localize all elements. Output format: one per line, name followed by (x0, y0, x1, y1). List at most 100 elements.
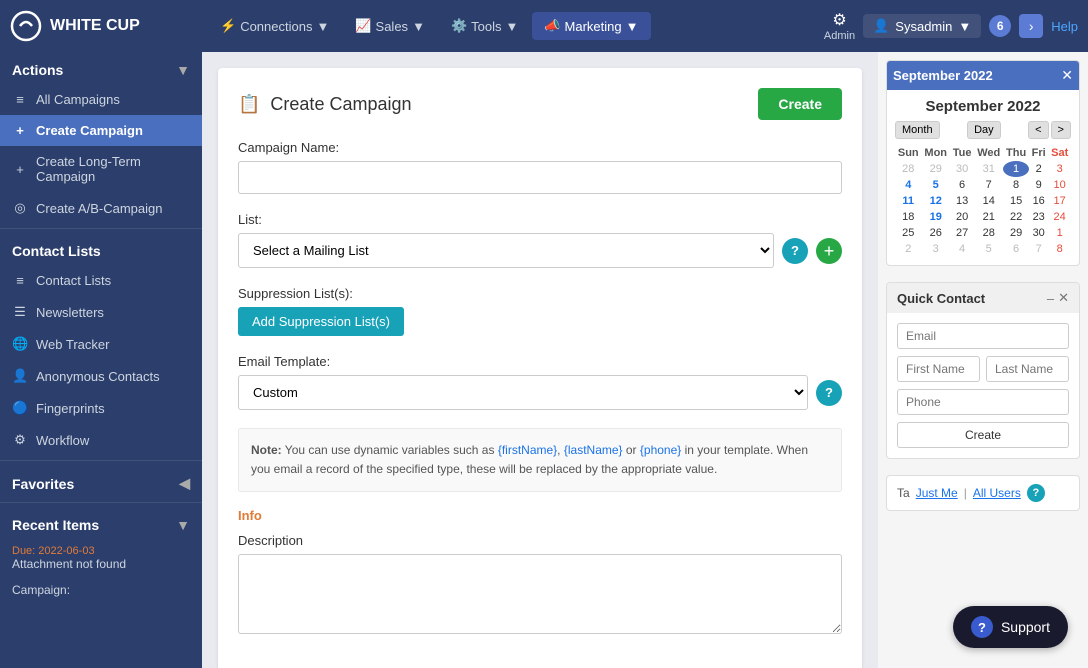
actions-label: Actions (12, 62, 63, 78)
calendar-day[interactable]: 10 (1048, 177, 1071, 193)
sidebar-item-create-ab[interactable]: ◎ Create A/B-Campaign (0, 192, 202, 224)
calendar-day[interactable]: 5 (922, 177, 950, 193)
tools-icon: ⚙️ (451, 18, 467, 34)
gear-icon[interactable]: ⚙ (832, 10, 846, 30)
calendar-day[interactable]: 1 (1003, 161, 1029, 177)
calendar-close-button[interactable]: ✕ (1061, 67, 1073, 84)
calendar-day[interactable]: 9 (1029, 177, 1048, 193)
calendar-day[interactable]: 23 (1029, 209, 1048, 225)
calendar-day[interactable]: 7 (974, 177, 1003, 193)
fingerprints-label: Fingerprints (36, 401, 105, 416)
sidebar-item-create-longterm[interactable]: + Create Long-Term Campaign (0, 146, 202, 192)
calendar-day[interactable]: 17 (1048, 193, 1071, 209)
calendar-day[interactable]: 5 (974, 241, 1003, 257)
calendar-day[interactable]: 28 (895, 161, 922, 177)
forward-arrow[interactable]: › (1019, 14, 1043, 38)
list-add-button[interactable]: + (816, 238, 842, 264)
template-help-button[interactable]: ? (816, 380, 842, 406)
qc-phone-input[interactable] (897, 389, 1069, 415)
nav-connections[interactable]: ⚡ Connections ▼ (208, 12, 341, 40)
sidebar-item-create-campaign[interactable]: + Create Campaign (0, 115, 202, 146)
calendar-day[interactable]: 30 (1029, 225, 1048, 241)
recent-item-0[interactable]: Due: 2022-06-03 Attachment not found (0, 539, 202, 577)
recent-item-1[interactable]: Campaign: (0, 577, 202, 603)
sidebar-item-fingerprints[interactable]: 🔵 Fingerprints (0, 392, 202, 424)
sidebar-item-anonymous-contacts[interactable]: 👤 Anonymous Contacts (0, 360, 202, 392)
calendar-day[interactable]: 4 (950, 241, 974, 257)
tags-help-button[interactable]: ? (1027, 484, 1045, 502)
calendar-day[interactable]: 24 (1048, 209, 1071, 225)
calendar-day[interactable]: 11 (895, 193, 922, 209)
calendar-day[interactable]: 26 (922, 225, 950, 241)
create-button[interactable]: Create (758, 88, 842, 120)
calendar-day[interactable]: 4 (895, 177, 922, 193)
favorites-collapse-arrow[interactable]: ◀ (179, 475, 190, 492)
calendar-day[interactable]: 28 (974, 225, 1003, 241)
calendar-day[interactable]: 2 (895, 241, 922, 257)
workflow-icon: ⚙ (12, 432, 28, 448)
calendar-day[interactable]: 29 (1003, 225, 1029, 241)
qc-first-name-input[interactable] (897, 356, 980, 382)
list-help-button[interactable]: ? (782, 238, 808, 264)
calendar-day[interactable]: 15 (1003, 193, 1029, 209)
calendar-day[interactable]: 2 (1029, 161, 1048, 177)
calendar-day[interactable]: 6 (950, 177, 974, 193)
description-textarea[interactable] (238, 554, 842, 634)
calendar-day[interactable]: 19 (922, 209, 950, 225)
calendar-day[interactable]: 1 (1048, 225, 1071, 241)
sidebar-item-all-campaigns[interactable]: ≡ All Campaigns (0, 84, 202, 115)
calendar-day[interactable]: 6 (1003, 241, 1029, 257)
next-month-button[interactable]: > (1051, 121, 1071, 139)
calendar-day[interactable]: 25 (895, 225, 922, 241)
calendar-day[interactable]: 18 (895, 209, 922, 225)
admin-label: Admin (824, 30, 855, 42)
sidebar-item-web-tracker[interactable]: 🌐 Web Tracker (0, 328, 202, 360)
list-select-row: Select a Mailing List ? + (238, 233, 842, 268)
sidebar-item-workflow[interactable]: ⚙ Workflow (0, 424, 202, 456)
support-button[interactable]: ? Support (953, 606, 1068, 648)
qc-create-button[interactable]: Create (897, 422, 1069, 448)
recent-collapse-arrow[interactable]: ▼ (176, 517, 190, 533)
calendar-day[interactable]: 13 (950, 193, 974, 209)
qc-email-input[interactable] (897, 323, 1069, 349)
all-users-link[interactable]: All Users (973, 486, 1021, 500)
add-suppression-button[interactable]: Add Suppression List(s) (238, 307, 404, 336)
sysadmin-button[interactable]: 👤 Sysadmin ▼ (863, 14, 981, 38)
prev-month-button[interactable]: < (1028, 121, 1048, 139)
nav-marketing[interactable]: 📣 Marketing ▼ (532, 12, 650, 40)
day-header-thu: Thu (1003, 145, 1029, 161)
nav-tools[interactable]: ⚙️ Tools ▼ (439, 12, 530, 40)
quick-contact-minimize[interactable]: – (1047, 290, 1054, 306)
notification-badge[interactable]: 6 (989, 15, 1011, 37)
calendar-day[interactable]: 22 (1003, 209, 1029, 225)
mailing-list-select[interactable]: Select a Mailing List (238, 233, 774, 268)
calendar-day[interactable]: 16 (1029, 193, 1048, 209)
help-link[interactable]: Help (1051, 19, 1078, 34)
calendar-day[interactable]: 29 (922, 161, 950, 177)
email-template-select[interactable]: Custom (238, 375, 808, 410)
calendar-day[interactable]: 31 (974, 161, 1003, 177)
calendar-day[interactable]: 3 (922, 241, 950, 257)
calendar-day[interactable]: 8 (1048, 241, 1071, 257)
calendar-day[interactable]: 30 (950, 161, 974, 177)
actions-section: Actions ▼ (0, 52, 202, 84)
nav-sales[interactable]: 📈 Sales ▼ (343, 12, 437, 40)
month-view-button[interactable]: Month (895, 121, 940, 139)
day-view-button[interactable]: Day (967, 121, 1001, 139)
calendar-day[interactable]: 27 (950, 225, 974, 241)
quick-contact-close[interactable]: ✕ (1058, 290, 1069, 306)
calendar-day[interactable]: 8 (1003, 177, 1029, 193)
calendar-day[interactable]: 7 (1029, 241, 1048, 257)
calendar-day[interactable]: 20 (950, 209, 974, 225)
actions-collapse-arrow[interactable]: ▼ (176, 62, 190, 78)
calendar-day[interactable]: 3 (1048, 161, 1071, 177)
sidebar-item-contact-lists[interactable]: ≡ Contact Lists (0, 265, 202, 296)
calendar-day[interactable]: 21 (974, 209, 1003, 225)
just-me-link[interactable]: Just Me (916, 486, 958, 500)
qc-last-name-input[interactable] (986, 356, 1069, 382)
sidebar-item-newsletters[interactable]: ☰ Newsletters (0, 296, 202, 328)
connections-chevron: ▼ (316, 19, 329, 34)
calendar-day[interactable]: 12 (922, 193, 950, 209)
calendar-day[interactable]: 14 (974, 193, 1003, 209)
campaign-name-input[interactable] (238, 161, 842, 194)
